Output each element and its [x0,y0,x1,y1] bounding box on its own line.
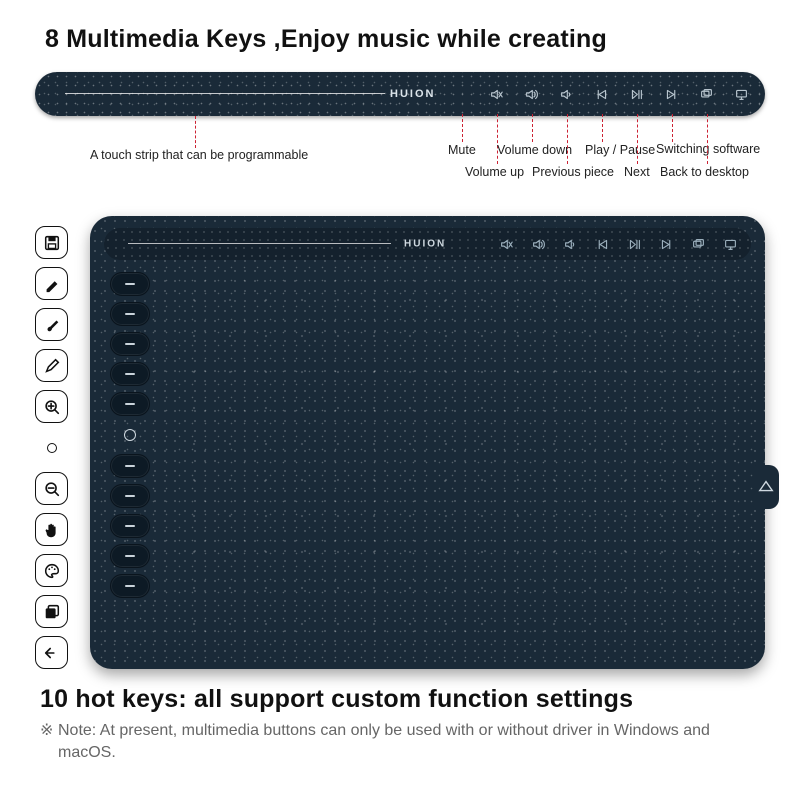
hotkey-zoom-in-icon [35,390,68,423]
side-button [110,574,150,598]
note-text: Note: At present, multimedia buttons can… [58,722,710,761]
side-button [110,362,150,386]
drawing-area [168,274,743,647]
tablet-next-icon [660,238,673,251]
hotkey-undo-icon [35,636,68,669]
tablet-brand-text: HUION [404,239,446,250]
hotkey-layers-icon [35,595,68,628]
volume-down-icon [560,88,574,101]
hotkey-palette-icon [35,554,68,587]
heading-multimedia: 8 Multimedia Keys ,Enjoy music while cre… [0,0,800,64]
note-symbol: ※ [40,720,53,742]
tablet-multimedia-row [500,228,737,260]
mute-icon [490,88,504,101]
side-ring [110,422,150,448]
tablet-diagram: HUION [0,214,800,679]
multimedia-key-row [490,72,749,116]
desktop-icon [735,88,749,101]
volume-up-label: Volume up [465,165,524,179]
tablet-desktop-icon [724,238,737,251]
tablet-side-buttons [110,272,150,598]
hotkey-pencil-icon [35,349,68,382]
play-pause-label: Play / Pause [585,143,655,157]
previous-label: Previous piece [532,165,614,179]
next-track-icon [665,88,679,101]
hotkey-legend-column [35,226,68,669]
side-button [110,302,150,326]
switch-software-label: Switching software [656,143,760,157]
mute-label: Mute [448,143,476,157]
touch-strip-diagram: HUION A touch strip that can be programm… [0,64,800,214]
tablet-switch-icon [692,238,705,251]
side-button [110,392,150,416]
hotkey-save-icon [35,226,68,259]
hotkey-brush-icon [35,308,68,341]
tablet-top-strip: HUION [104,228,751,260]
side-button [110,484,150,508]
volume-down-label: Volume down [497,143,572,157]
touch-strip-label: A touch strip that can be programmable [90,148,308,162]
hotkey-pen-icon [35,267,68,300]
heading-hotkeys: 10 hot keys: all support custom function… [0,679,800,716]
switch-software-icon [700,88,714,101]
back-to-desktop-label: Back to desktop [660,165,749,179]
volume-up-icon [525,88,539,101]
hotkey-ring-icon [35,431,68,464]
footnote: ※ Note: At present, multimedia buttons c… [0,716,800,763]
tablet-body: HUION [90,216,765,669]
side-button [110,454,150,478]
play-pause-icon [630,88,644,101]
next-label: Next [624,165,650,179]
hotkey-zoom-out-icon [35,472,68,505]
tablet-volume-up-icon [532,238,545,251]
side-button [110,272,150,296]
side-button [110,514,150,538]
prev-track-icon [595,88,609,101]
brand-logo-text: HUION [390,88,435,100]
tablet-volume-down-icon [564,238,577,251]
tablet-play-pause-icon [628,238,641,251]
side-button [110,544,150,568]
hotkey-hand-icon [35,513,68,546]
pen-holder-tag [753,465,779,509]
side-button [110,332,150,356]
touch-strip-bar: HUION [35,72,765,116]
tablet-mute-icon [500,238,513,251]
tablet-prev-icon [596,238,609,251]
